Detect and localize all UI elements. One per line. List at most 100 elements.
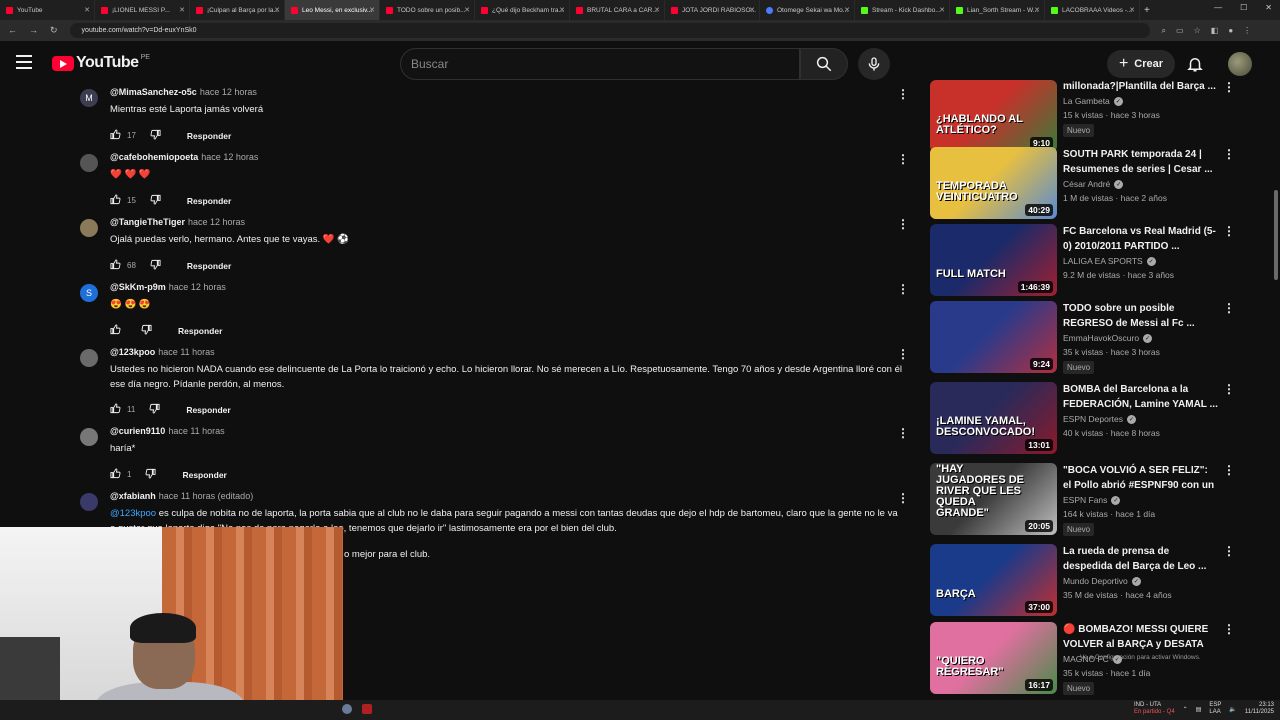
comment-avatar[interactable] xyxy=(80,219,98,237)
browser-tab[interactable]: ¡LIONEL MESSI P... ✕ xyxy=(95,0,190,20)
reply-button[interactable]: Responder xyxy=(187,261,231,271)
video-channel[interactable]: Mundo Deportivo ✓ xyxy=(1063,576,1218,586)
comment-avatar[interactable] xyxy=(80,154,98,172)
reload-icon[interactable]: ↻ xyxy=(50,25,58,36)
video-more-icon[interactable]: ⋮ xyxy=(1223,301,1235,315)
like-button[interactable]: 11 xyxy=(110,403,135,416)
close-window-icon[interactable]: ✕ xyxy=(1265,3,1272,12)
bookmark-star-icon[interactable]: ☆ xyxy=(1194,26,1201,36)
tab-close-icon[interactable]: ✕ xyxy=(1034,6,1040,14)
browser-tab[interactable]: TODO sobre un posib... ✕ xyxy=(380,0,475,20)
app-icon[interactable] xyxy=(362,704,372,714)
video-title[interactable]: TODO sobre un posible REGRESO de Messi a… xyxy=(1063,301,1218,331)
extensions-icon[interactable]: ◧ xyxy=(1211,26,1219,36)
comment-avatar[interactable]: S xyxy=(80,284,98,302)
comment-avatar[interactable]: M xyxy=(80,89,98,107)
video-channel[interactable]: LALIGA EA SPORTS ✓ xyxy=(1063,256,1218,266)
comment-time[interactable]: hace 12 horas xyxy=(200,87,257,97)
browser-tab[interactable]: LACOBRAAA Videos -... ✕ xyxy=(1045,0,1140,20)
video-more-icon[interactable]: ⋮ xyxy=(1223,622,1235,636)
video-more-icon[interactable]: ⋮ xyxy=(1223,80,1235,94)
comment-more-icon[interactable]: ⋮ xyxy=(897,491,909,505)
tab-close-icon[interactable]: ✕ xyxy=(559,6,565,14)
video-thumbnail[interactable]: TEMPORADA VEINTICUATRO 40:29 xyxy=(930,147,1057,219)
comment-avatar[interactable] xyxy=(80,349,98,367)
steam-icon[interactable] xyxy=(342,704,352,714)
browser-tab[interactable]: YouTube ✕ xyxy=(0,0,95,20)
video-title[interactable]: SOUTH PARK temporada 24 | Resumenes de s… xyxy=(1063,147,1218,177)
browser-tab[interactable]: Lian_Sorth Stream - W... ✕ xyxy=(950,0,1045,20)
browser-menu-icon[interactable]: ⋮ xyxy=(1243,26,1251,36)
comment-time[interactable]: hace 11 horas xyxy=(158,347,214,357)
tab-close-icon[interactable]: ✕ xyxy=(369,6,375,14)
dislike-button[interactable] xyxy=(149,403,160,416)
video-thumbnail[interactable]: 9:24 xyxy=(930,301,1057,373)
reply-button[interactable]: Responder xyxy=(187,131,231,141)
comment-username[interactable]: @SkKm-p9m xyxy=(110,282,166,292)
browser-tab[interactable]: JOTA JORDI RABIOSO... ✕ xyxy=(665,0,760,20)
video-title[interactable]: millonada?|Plantilla del Barça ... xyxy=(1063,80,1218,94)
match-widget[interactable]: IND - UTA En partido - Q4 xyxy=(1134,702,1175,716)
tab-close-icon[interactable]: ✕ xyxy=(939,6,945,14)
search-input[interactable] xyxy=(401,49,799,79)
video-more-icon[interactable]: ⋮ xyxy=(1223,544,1235,558)
comment-time[interactable]: hace 12 horas xyxy=(201,152,258,162)
back-icon[interactable]: ← xyxy=(8,25,17,36)
recommended-video[interactable]: ¡LAMINE YAMAL, DESCONVOCADO! 13:01 BOMBA d… xyxy=(930,382,1240,454)
comment-more-icon[interactable]: ⋮ xyxy=(897,217,909,231)
tab-close-icon[interactable]: ✕ xyxy=(654,6,660,14)
browser-tab[interactable]: BRUTAL CARA a CAR... ✕ xyxy=(570,0,665,20)
video-title[interactable]: BOMBA del Barcelona a la FEDERACIÓN, Lam… xyxy=(1063,382,1218,412)
notifications-bell-icon[interactable] xyxy=(1186,54,1204,74)
recommended-video[interactable]: 9:24 TODO sobre un posible REGRESO de Mes… xyxy=(930,301,1240,374)
video-thumbnail[interactable]: FULL MATCH 1:46:39 xyxy=(930,224,1057,296)
tab-close-icon[interactable]: ✕ xyxy=(84,6,90,14)
recommended-video[interactable]: FULL MATCH 1:46:39 FC Barcelona vs Real Ma… xyxy=(930,224,1240,296)
recommended-video[interactable]: BARÇA 37:00 La rueda de prensa de despedid… xyxy=(930,544,1240,616)
video-title[interactable]: 🔴 BOMBAZO! MESSI QUIERE VOLVER al BARÇA … xyxy=(1063,622,1218,652)
comment-username[interactable]: @xfabianh xyxy=(110,491,156,501)
browser-tab[interactable]: ¿Qué dijo Beckham tra... ✕ xyxy=(475,0,570,20)
video-channel[interactable]: La Gambeta ✓ xyxy=(1063,96,1218,106)
youtube-logo[interactable]: YouTube PE xyxy=(52,54,150,72)
comment-more-icon[interactable]: ⋮ xyxy=(897,282,909,296)
video-thumbnail[interactable]: BARÇA 37:00 xyxy=(930,544,1057,616)
tab-close-icon[interactable]: ✕ xyxy=(274,6,280,14)
tab-close-icon[interactable]: ✕ xyxy=(464,6,470,14)
network-icon[interactable]: ▤ xyxy=(1196,706,1202,713)
comment-avatar[interactable] xyxy=(80,493,98,511)
profile-icon[interactable]: ● xyxy=(1228,26,1233,36)
tab-close-icon[interactable]: ✕ xyxy=(179,6,185,14)
video-channel[interactable]: EmmaHavokOscuro ✓ xyxy=(1063,333,1218,343)
browser-tab[interactable]: Stream - Kick Dashbo... ✕ xyxy=(855,0,950,20)
comment-username[interactable]: @cafebohemiopoeta xyxy=(110,152,198,162)
zoom-icon[interactable]: ⌕ xyxy=(1162,26,1166,36)
like-button[interactable] xyxy=(110,324,127,337)
browser-tab[interactable]: Leo Messi, en exclusiv... ✕ xyxy=(285,0,380,20)
comment-username[interactable]: @MimaSanchez-o5c xyxy=(110,87,197,97)
video-channel[interactable]: ESPN Fans ✓ xyxy=(1063,495,1218,505)
video-more-icon[interactable]: ⋮ xyxy=(1223,463,1235,477)
dislike-button[interactable] xyxy=(150,129,161,142)
comment-avatar[interactable] xyxy=(80,428,98,446)
video-thumbnail[interactable]: ¡LAMINE YAMAL, DESCONVOCADO! 13:01 xyxy=(930,382,1057,454)
like-button[interactable]: 68 xyxy=(110,259,136,272)
account-avatar[interactable] xyxy=(1228,52,1252,76)
comment-more-icon[interactable]: ⋮ xyxy=(897,426,909,440)
video-more-icon[interactable]: ⋮ xyxy=(1223,224,1235,238)
like-button[interactable]: 17 xyxy=(110,129,136,142)
video-more-icon[interactable]: ⋮ xyxy=(1223,382,1235,396)
recommended-video[interactable]: TEMPORADA VEINTICUATRO 40:29 SOUTH PARK te… xyxy=(930,147,1240,219)
tab-close-icon[interactable]: ✕ xyxy=(749,6,755,14)
video-more-icon[interactable]: ⋮ xyxy=(1223,147,1235,161)
chevron-up-icon[interactable]: ⌃ xyxy=(1183,706,1188,713)
minimize-icon[interactable]: — xyxy=(1214,3,1222,12)
volume-icon[interactable]: 🔈 xyxy=(1229,706,1236,713)
comment-time[interactable]: hace 12 horas xyxy=(169,282,226,292)
new-tab-icon[interactable]: + xyxy=(1144,5,1150,16)
browser-tab[interactable]: ¡Culpan al Barça por la... ✕ xyxy=(190,0,285,20)
recommended-video[interactable]: ¿HABLANDO AL ATLÉTICO? 9:10 millonada?|Pla… xyxy=(930,80,1240,152)
clock[interactable]: 23:13 11/11/2025 xyxy=(1245,702,1274,716)
reply-button[interactable]: Responder xyxy=(178,326,222,336)
forward-icon[interactable]: → xyxy=(29,25,38,36)
